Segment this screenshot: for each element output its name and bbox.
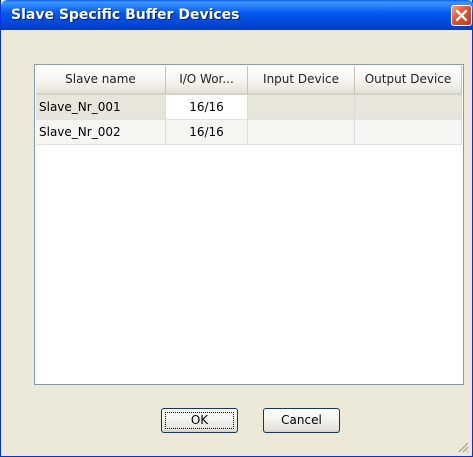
cancel-button[interactable]: Cancel: [263, 408, 340, 433]
slave-buffer-grid: Slave name I/O Wor... Input Device Outpu…: [34, 64, 464, 385]
cell-output-device[interactable]: [355, 95, 462, 120]
window-title: Slave Specific Buffer Devices: [11, 7, 240, 23]
cell-input-device[interactable]: [248, 95, 355, 120]
dialog-window: Slave Specific Buffer Devices Slave name…: [0, 0, 473, 457]
cell-io-words[interactable]: 16/16: [166, 120, 248, 145]
cell-output-device[interactable]: [355, 120, 462, 145]
grid-body: Slave name I/O Wor... Input Device Outpu…: [36, 66, 462, 383]
cell-input-device[interactable]: [248, 120, 355, 145]
grid-header: Slave name I/O Wor... Input Device Outpu…: [36, 66, 462, 95]
table-row[interactable]: Slave_Nr_002 16/16: [36, 120, 462, 145]
cell-slave-name[interactable]: Slave_Nr_002: [36, 120, 166, 145]
close-icon: [455, 9, 468, 22]
column-header-io-words[interactable]: I/O Wor...: [166, 66, 248, 95]
table-row[interactable]: Slave_Nr_001 16/16: [36, 95, 462, 120]
close-button[interactable]: [451, 5, 472, 26]
column-header-slave-name[interactable]: Slave name: [36, 66, 166, 95]
column-header-output-device[interactable]: Output Device: [355, 66, 462, 95]
column-header-input-device[interactable]: Input Device: [248, 66, 355, 95]
cancel-button-label: Cancel: [281, 413, 322, 427]
cell-slave-name[interactable]: Slave_Nr_001: [36, 95, 166, 120]
title-bar[interactable]: Slave Specific Buffer Devices: [1, 0, 473, 30]
resize-grip-icon[interactable]: [457, 441, 469, 453]
focus-rectangle: [165, 412, 234, 429]
cell-io-words[interactable]: 16/16: [166, 95, 248, 120]
ok-button[interactable]: OK: [161, 408, 238, 433]
